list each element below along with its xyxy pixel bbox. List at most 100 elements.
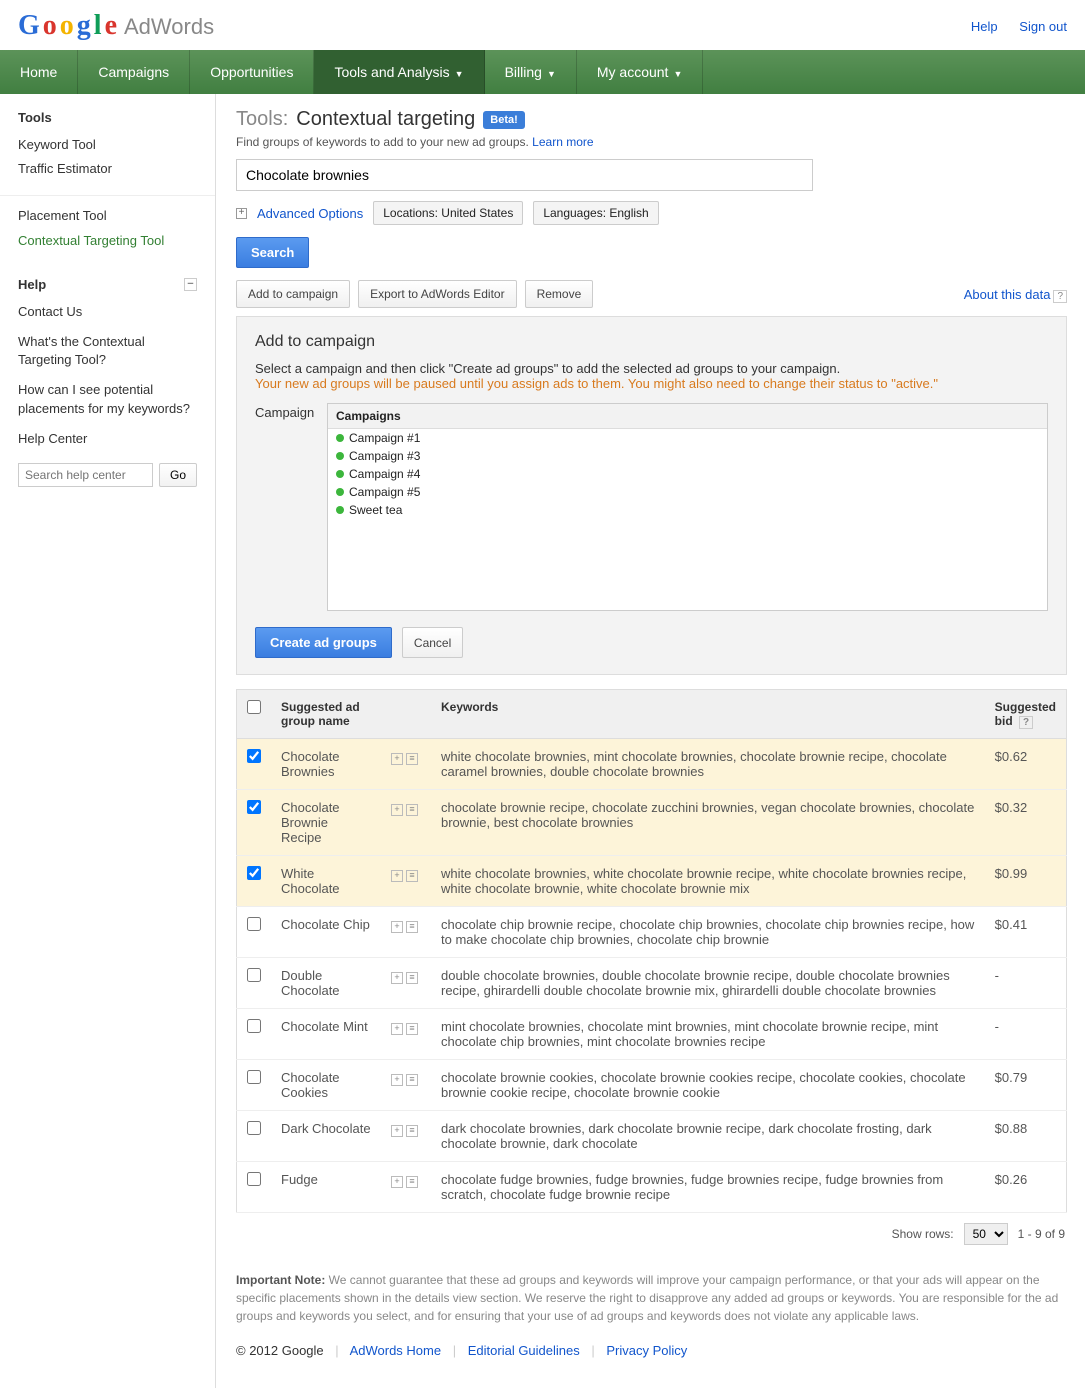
expand-icon[interactable]: + xyxy=(391,921,403,933)
campaign-list: Campaigns Campaign #1Campaign #3Campaign… xyxy=(327,403,1048,611)
row-keywords: chocolate chip brownie recipe, chocolate… xyxy=(431,907,985,958)
sidebar-placements[interactable]: How can I see potential placements for m… xyxy=(18,378,197,420)
beta-badge: Beta! xyxy=(483,111,525,129)
row-keywords: mint chocolate brownies, chocolate mint … xyxy=(431,1009,985,1060)
row-checkbox[interactable] xyxy=(247,1070,261,1084)
row-name: Chocolate Brownie Recipe xyxy=(271,790,381,856)
campaign-list-header: Campaigns xyxy=(328,404,1047,429)
tools-label: Tools: xyxy=(236,108,288,131)
sidebar-traffic-estimator[interactable]: Traffic Estimator xyxy=(18,157,197,181)
search-help-go[interactable]: Go xyxy=(159,463,197,487)
expand-icon[interactable]: + xyxy=(391,1023,403,1035)
campaign-item[interactable]: Campaign #3 xyxy=(328,447,1047,465)
panel-desc: Select a campaign and then click "Create… xyxy=(255,361,1048,376)
row-bid: $0.32 xyxy=(985,790,1067,856)
expand-icon[interactable]: + xyxy=(391,972,403,984)
row-name: Dark Chocolate xyxy=(271,1111,381,1162)
show-rows-label: Show rows: xyxy=(892,1227,954,1241)
expand-icon[interactable]: + xyxy=(391,1125,403,1137)
footer-privacy[interactable]: Privacy Policy xyxy=(606,1343,687,1358)
status-dot-icon xyxy=(336,488,344,496)
nav-campaigns[interactable]: Campaigns xyxy=(78,50,190,94)
footer-adwords-home[interactable]: AdWords Home xyxy=(350,1343,442,1358)
search-button[interactable]: Search xyxy=(236,237,309,268)
nav-opportunities[interactable]: Opportunities xyxy=(190,50,314,94)
learn-more-link[interactable]: Learn more xyxy=(532,135,593,149)
expand-icon[interactable]: + xyxy=(391,870,403,882)
table-row: White Chocolate+≡white chocolate brownie… xyxy=(237,856,1067,907)
sidebar-contact[interactable]: Contact Us xyxy=(18,300,197,324)
sidebar-keyword-tool[interactable]: Keyword Tool xyxy=(18,133,197,157)
campaign-item[interactable]: Campaign #4 xyxy=(328,465,1047,483)
list-icon[interactable]: ≡ xyxy=(406,1023,418,1035)
col-bid-header[interactable]: Suggested bid ? xyxy=(985,690,1067,739)
row-name: Chocolate Cookies xyxy=(271,1060,381,1111)
nav-account[interactable]: My account▼ xyxy=(577,50,704,94)
table-row: Chocolate Cookies+≡chocolate brownie coo… xyxy=(237,1060,1067,1111)
nav-billing[interactable]: Billing▼ xyxy=(485,50,577,94)
footer-editorial[interactable]: Editorial Guidelines xyxy=(468,1343,580,1358)
collapse-icon[interactable]: − xyxy=(184,278,197,291)
sidebar-tools-heading: Tools xyxy=(18,106,197,133)
nav-bar: Home Campaigns Opportunities Tools and A… xyxy=(0,50,1085,94)
locations-chip[interactable]: Locations: United States xyxy=(373,201,523,225)
signout-link[interactable]: Sign out xyxy=(1019,19,1067,34)
search-help-input[interactable] xyxy=(18,463,153,487)
copyright: © 2012 Google xyxy=(236,1343,324,1358)
campaign-item[interactable]: Campaign #5 xyxy=(328,483,1047,501)
cancel-button[interactable]: Cancel xyxy=(402,627,463,658)
sidebar-placement-tool[interactable]: Placement Tool xyxy=(18,204,197,228)
expand-icon[interactable]: + xyxy=(391,753,403,765)
sidebar-help-center[interactable]: Help Center xyxy=(18,427,197,451)
row-checkbox[interactable] xyxy=(247,1172,261,1186)
languages-chip[interactable]: Languages: English xyxy=(533,201,658,225)
nav-home[interactable]: Home xyxy=(0,50,78,94)
row-checkbox[interactable] xyxy=(247,968,261,982)
list-icon[interactable]: ≡ xyxy=(406,753,418,765)
list-icon[interactable]: ≡ xyxy=(406,1125,418,1137)
expand-icon[interactable]: + xyxy=(236,208,247,219)
select-all-checkbox[interactable] xyxy=(247,700,261,714)
row-checkbox[interactable] xyxy=(247,917,261,931)
row-checkbox[interactable] xyxy=(247,1019,261,1033)
add-to-campaign-button[interactable]: Add to campaign xyxy=(236,280,350,308)
list-icon[interactable]: ≡ xyxy=(406,1074,418,1086)
row-bid: $0.62 xyxy=(985,739,1067,790)
row-name: Double Chocolate xyxy=(271,958,381,1009)
help-link[interactable]: Help xyxy=(971,19,998,34)
advanced-options-link[interactable]: Advanced Options xyxy=(257,206,363,221)
campaign-item[interactable]: Sweet tea xyxy=(328,501,1047,519)
create-ad-groups-button[interactable]: Create ad groups xyxy=(255,627,392,658)
list-icon[interactable]: ≡ xyxy=(406,1176,418,1188)
sidebar-what-is[interactable]: What's the Contextual Targeting Tool? xyxy=(18,330,197,372)
col-name-header[interactable]: Suggested ad group name xyxy=(271,690,381,739)
row-checkbox[interactable] xyxy=(247,866,261,880)
row-checkbox[interactable] xyxy=(247,800,261,814)
row-bid: - xyxy=(985,1009,1067,1060)
expand-icon[interactable]: + xyxy=(391,804,403,816)
row-checkbox[interactable] xyxy=(247,1121,261,1135)
row-checkbox[interactable] xyxy=(247,749,261,763)
panel-warning: Your new ad groups will be paused until … xyxy=(255,376,1048,391)
col-keywords-header[interactable]: Keywords xyxy=(431,690,985,739)
expand-icon[interactable]: + xyxy=(391,1176,403,1188)
list-icon[interactable]: ≡ xyxy=(406,921,418,933)
sidebar-contextual-tool[interactable]: Contextual Targeting Tool xyxy=(18,229,197,253)
export-button[interactable]: Export to AdWords Editor xyxy=(358,280,517,308)
keyword-search-input[interactable] xyxy=(236,159,813,191)
about-data-link[interactable]: About this data? xyxy=(964,287,1067,302)
table-row: Fudge+≡chocolate fudge brownies, fudge b… xyxy=(237,1162,1067,1213)
sidebar-help-heading: Help − xyxy=(18,273,197,300)
list-icon[interactable]: ≡ xyxy=(406,972,418,984)
expand-icon[interactable]: + xyxy=(391,1074,403,1086)
row-bid: $0.88 xyxy=(985,1111,1067,1162)
remove-button[interactable]: Remove xyxy=(525,280,594,308)
nav-tools[interactable]: Tools and Analysis▼ xyxy=(314,50,484,94)
campaign-item[interactable]: Campaign #1 xyxy=(328,429,1047,447)
list-icon[interactable]: ≡ xyxy=(406,870,418,882)
rows-select[interactable]: 50 xyxy=(964,1223,1008,1245)
row-name: White Chocolate xyxy=(271,856,381,907)
pager-range: 1 - 9 of 9 xyxy=(1018,1227,1065,1241)
list-icon[interactable]: ≡ xyxy=(406,804,418,816)
table-row: Chocolate Chip+≡chocolate chip brownie r… xyxy=(237,907,1067,958)
